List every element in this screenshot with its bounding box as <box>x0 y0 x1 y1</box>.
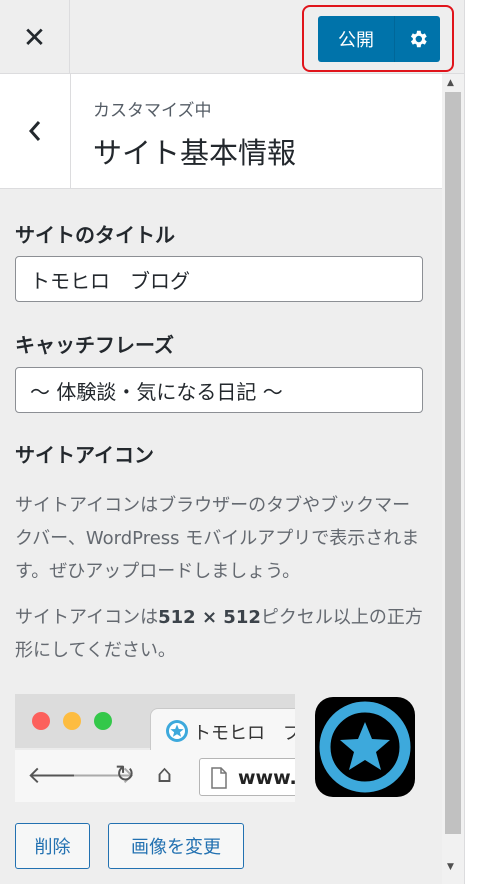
preview-url-bar: www. <box>199 758 295 796</box>
size-note-prefix: サイトアイコンは <box>15 607 159 628</box>
close-button[interactable]: ✕ <box>0 0 70 74</box>
change-image-button[interactable]: 画像を変更 <box>108 823 244 869</box>
back-button[interactable] <box>0 74 71 188</box>
section-header: カスタマイズ中 サイト基本情報 <box>0 74 442 189</box>
window-minimize-dot <box>63 712 81 730</box>
publish-settings-button[interactable] <box>395 28 440 50</box>
site-icon-label: サイトアイコン <box>15 443 154 467</box>
star-logo-icon <box>319 701 411 793</box>
preview-tab: トモヒロ ブ <box>150 708 295 752</box>
preview-tab-strip: トモヒロ ブ <box>15 694 295 752</box>
home-icon: ⌂ <box>157 760 173 788</box>
scrollbar-thumb[interactable] <box>445 92 461 834</box>
publish-button[interactable]: 公開 <box>318 26 394 52</box>
tagline-input[interactable]: 〜 体験談・気になる日記 〜 <box>15 367 423 413</box>
preview-url-text: www. <box>238 767 295 789</box>
section-title: サイト基本情報 <box>93 136 297 170</box>
scroll-up-arrow-icon[interactable]: ▲ <box>447 78 454 88</box>
site-icon-image <box>315 697 415 797</box>
preview-tab-title: トモヒロ ブ <box>193 723 295 744</box>
size-note-dimensions: 512 × 512 <box>158 607 261 628</box>
window-zoom-dot <box>94 712 112 730</box>
customizing-label: カスタマイズ中 <box>93 101 212 121</box>
chevron-left-icon <box>28 121 41 141</box>
window-close-dot <box>32 712 50 730</box>
tagline-label: キャッチフレーズ <box>15 333 174 357</box>
right-edge-strip <box>464 0 480 884</box>
site-icon-size-note: サイトアイコンは512 × 512ピクセル以上の正方形にしてください。 <box>15 601 427 667</box>
reload-icon: ↻ <box>115 760 136 788</box>
close-icon: ✕ <box>22 20 47 54</box>
publish-button-group: 公開 <box>318 16 440 62</box>
star-favicon-icon <box>166 720 188 742</box>
browser-tab-preview: トモヒロ ブ 🡐 🡒 ↻ ⌂ www. <box>15 694 295 802</box>
gear-icon <box>410 30 427 48</box>
preview-navbar: 🡐 🡒 ↻ ⌂ www. <box>15 750 295 802</box>
remove-icon-button[interactable]: 削除 <box>15 823 90 869</box>
site-icon-description: サイトアイコンはブラウザーのタブやブックマークバー、WordPress モバイル… <box>15 495 420 582</box>
scroll-down-arrow-icon[interactable]: ▼ <box>447 862 454 872</box>
site-title-label: サイトのタイトル <box>15 223 175 247</box>
site-title-input[interactable]: トモヒロ ブログ <box>15 256 423 302</box>
customizer-header: ✕ 公開 <box>0 0 464 74</box>
document-icon <box>211 767 227 789</box>
